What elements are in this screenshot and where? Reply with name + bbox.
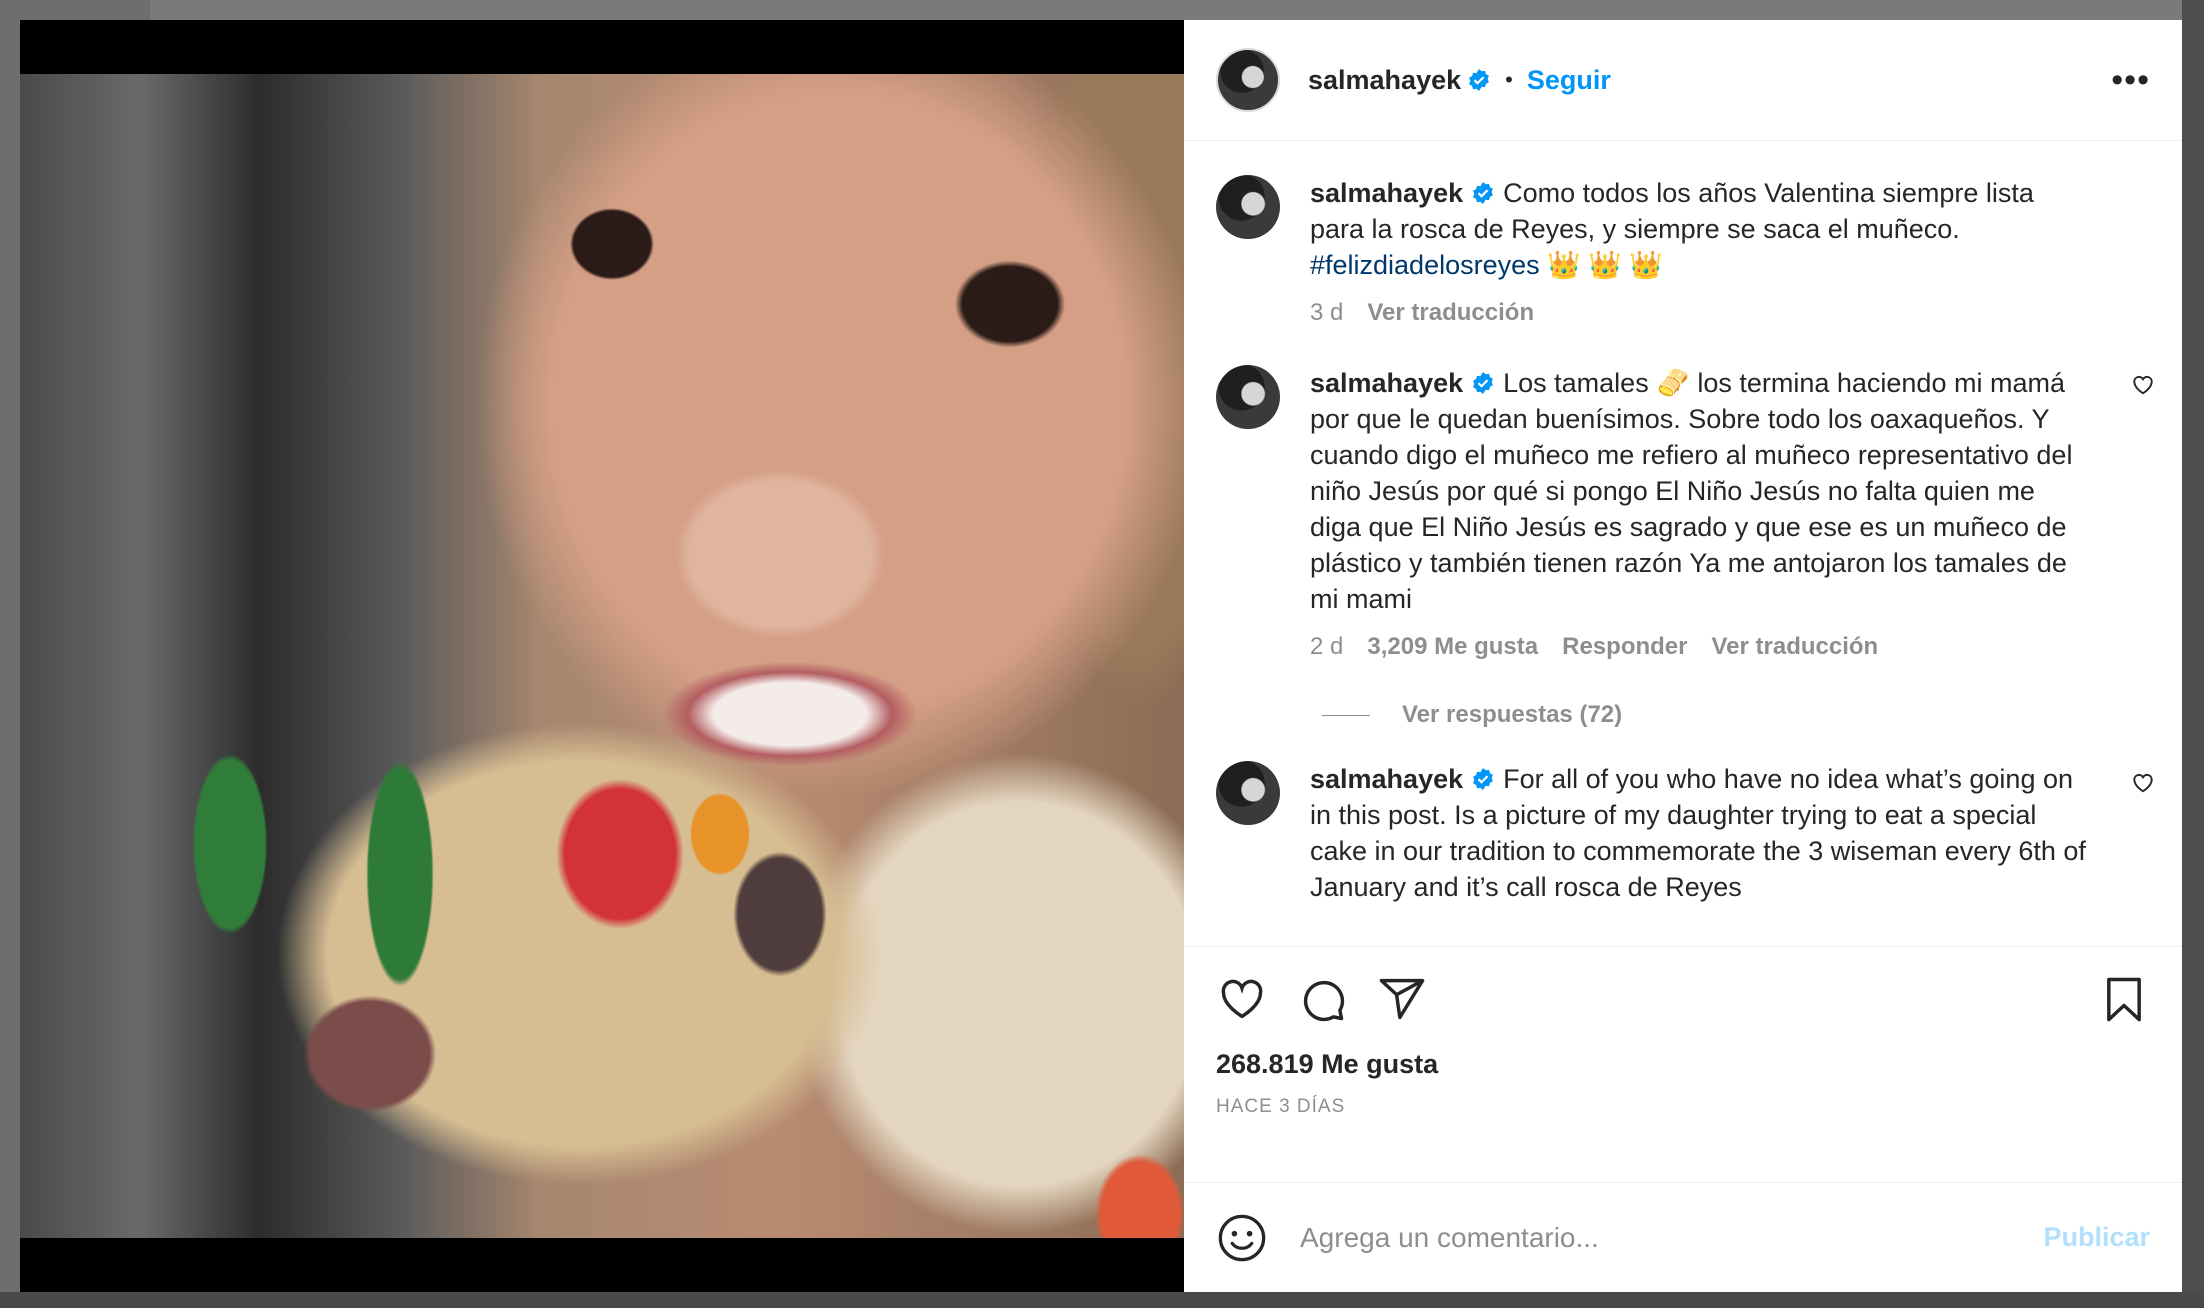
username-link[interactable]: salmahayek [1310, 764, 1463, 794]
timestamp: 3 d [1310, 299, 1344, 326]
share-send-icon[interactable] [1376, 973, 1428, 1025]
more-options-icon[interactable]: ••• [2111, 63, 2150, 97]
comment-item: salmahayek For all of you who have no ide… [1184, 729, 2182, 905]
backdrop-bottom [0, 1292, 2204, 1308]
add-comment-bar: Publicar [1184, 1182, 2182, 1292]
view-replies-label: Ver respuestas (72) [1402, 701, 1623, 728]
avatar[interactable] [1216, 175, 1280, 239]
username-link[interactable]: salmahayek [1310, 368, 1463, 398]
reply-button[interactable]: Responder [1562, 629, 1687, 665]
post-date[interactable]: HACE 3 DÍAS [1216, 1096, 2150, 1118]
post-media [20, 20, 1184, 1292]
like-heart-icon[interactable] [1216, 973, 1268, 1025]
action-bar [1216, 967, 2150, 1031]
separator-dot: • [1505, 67, 1513, 92]
comment-bubble-icon[interactable] [1296, 973, 1348, 1025]
comment-like-heart-icon[interactable] [2130, 769, 2156, 795]
avatar[interactable] [1216, 365, 1280, 429]
avatar[interactable] [1216, 761, 1280, 825]
view-replies-button[interactable]: Ver respuestas (72) [1322, 701, 2182, 729]
caption-emoji: 👑 👑 👑 [1547, 250, 1664, 280]
header-user: salmahayek • Seguir [1308, 65, 1611, 96]
likes-count[interactable]: 268.819 Me gusta [1216, 1049, 2150, 1080]
post-actions: 268.819 Me gusta HACE 3 DÍAS [1184, 946, 2182, 1182]
translate-link[interactable]: Ver traducción [1711, 629, 1878, 665]
verified-badge-icon [1473, 372, 1494, 394]
post-sidebar: salmahayek • Seguir ••• salmahayek Como t… [1184, 20, 2182, 1292]
backdrop-right [2182, 0, 2204, 1308]
comment-item: salmahayek Los tamales 🫔 los termina haci… [1184, 331, 2182, 665]
timestamp: 2 d [1310, 633, 1344, 660]
verified-badge-icon [1473, 182, 1494, 204]
comment-body: salmahayek For all of you who have no ide… [1310, 761, 2090, 905]
verified-badge-icon [1469, 69, 1490, 91]
comments-list[interactable]: salmahayek Como todos los años Valentina … [1184, 141, 2182, 946]
post-modal: salmahayek • Seguir ••• salmahayek Como t… [20, 20, 2182, 1292]
comment-body: salmahayek Los tamales 🫔 los termina haci… [1310, 365, 2090, 665]
publish-button[interactable]: Publicar [2043, 1222, 2150, 1253]
post-header: salmahayek • Seguir ••• [1184, 20, 2182, 141]
caption-meta: 3 d Ver traducción [1310, 295, 2090, 331]
comment-likes[interactable]: 3,209 Me gusta [1367, 629, 1538, 665]
username-link[interactable]: salmahayek [1308, 65, 1461, 96]
comment-input[interactable] [1298, 1220, 2044, 1255]
bookmark-save-icon[interactable] [2098, 973, 2150, 1025]
follow-button[interactable]: Seguir [1527, 65, 1611, 96]
hashtag-link[interactable]: #felizdiadelosreyes [1310, 250, 1540, 280]
caption-body: salmahayek Como todos los años Valentina … [1310, 175, 2090, 331]
translate-link[interactable]: Ver traducción [1367, 295, 1534, 331]
comment-meta: 2 d 3,209 Me gusta Responder Ver traducc… [1310, 629, 2090, 665]
emoji-picker-icon[interactable] [1216, 1212, 1268, 1264]
comment-like-heart-icon[interactable] [2130, 371, 2156, 397]
comment-text: Los tamales 🫔 los termina haciendo mi ma… [1310, 368, 2073, 614]
avatar[interactable] [1216, 48, 1280, 112]
replies-divider [1322, 714, 1370, 716]
verified-badge-icon [1473, 768, 1494, 790]
caption: salmahayek Como todos los años Valentina … [1184, 151, 2182, 331]
username-link[interactable]: salmahayek [1310, 178, 1463, 208]
post-photo[interactable] [20, 74, 1184, 1238]
